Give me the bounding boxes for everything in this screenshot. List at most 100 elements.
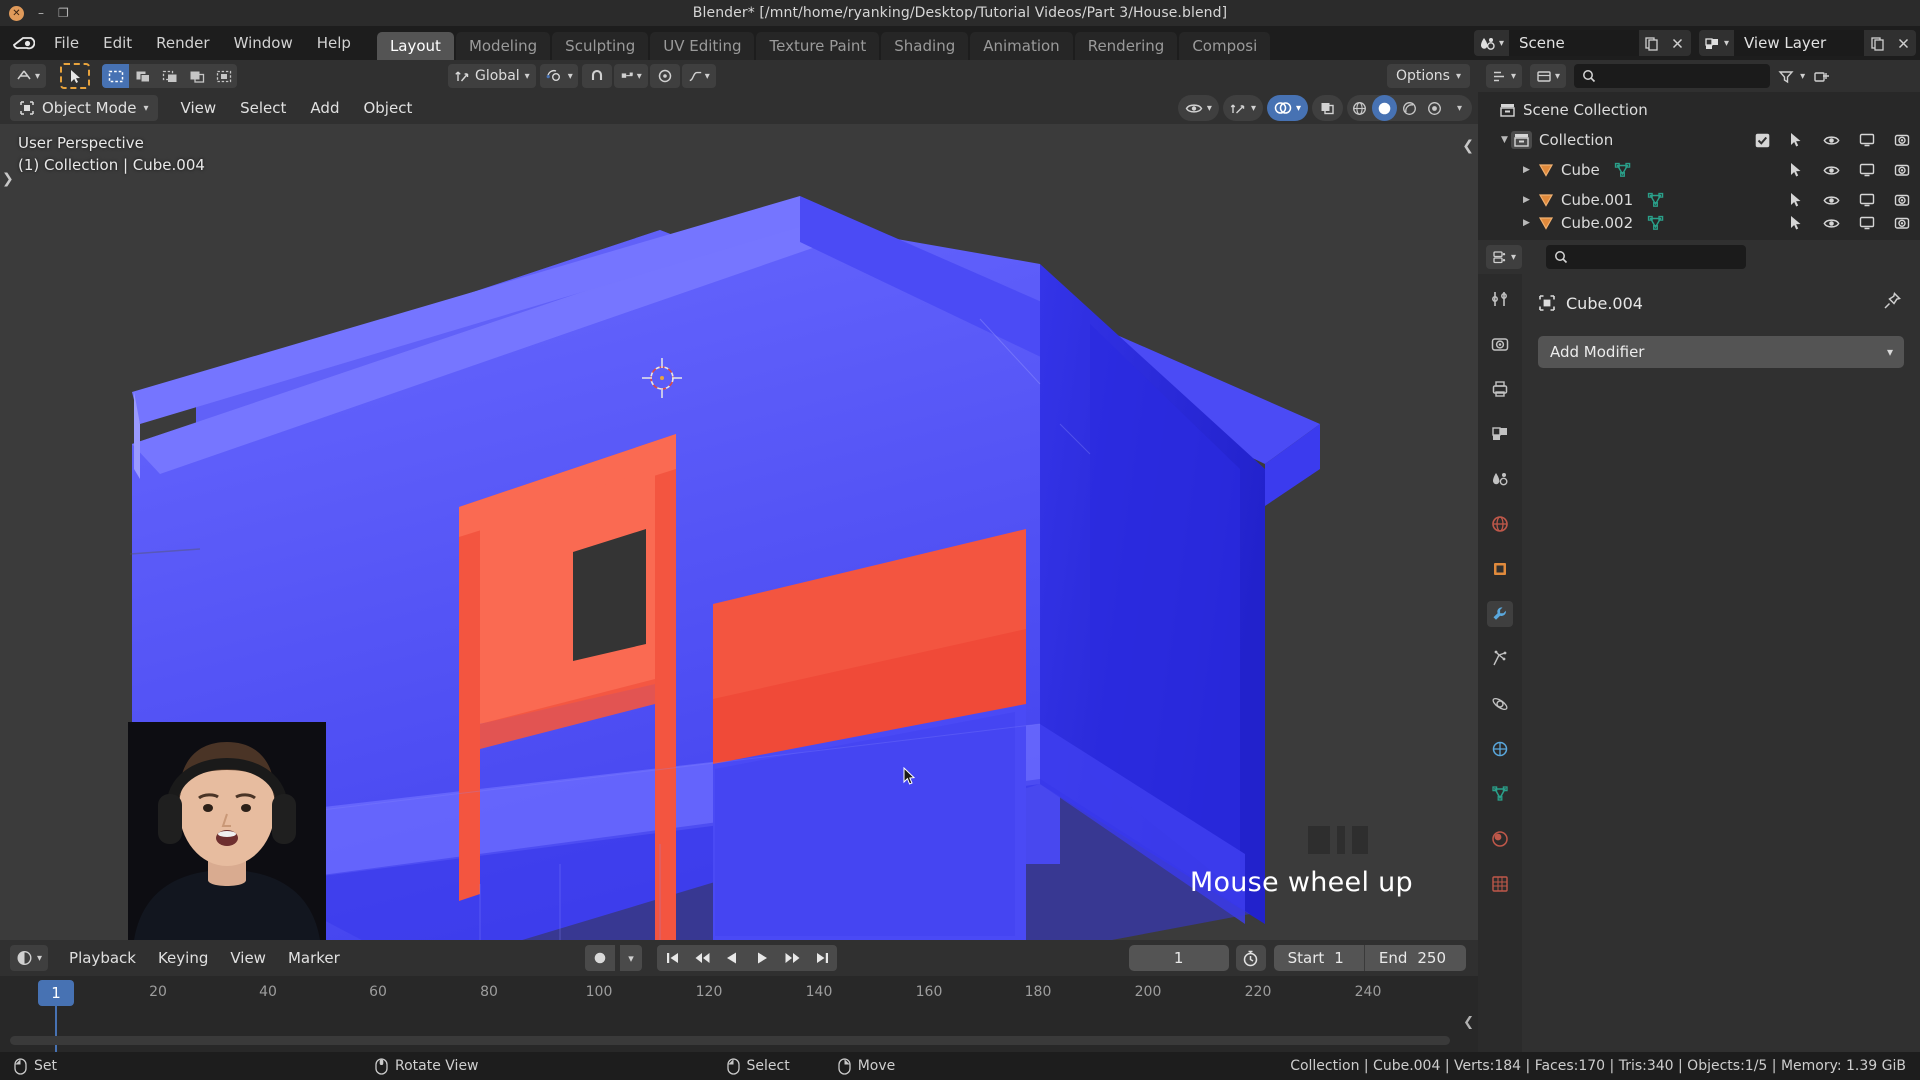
jump-to-end-icon[interactable] (807, 945, 837, 971)
timeline-menu-keying[interactable]: Keying (147, 945, 219, 971)
mesh-data-icon[interactable] (1614, 162, 1631, 178)
selectable-icon[interactable] (1789, 215, 1804, 231)
timeline-ruler[interactable]: 20 40 60 80 100 120 140 160 180 200 220 … (0, 976, 1478, 1012)
expand-triangle-icon[interactable]: ▶ (1520, 165, 1533, 175)
select-subtract-icon[interactable] (156, 64, 183, 88)
hide-viewport-icon[interactable] (1823, 134, 1840, 147)
3d-viewport[interactable]: User Perspective (1) Collection | Cube.0… (0, 124, 1478, 940)
tab-compositing[interactable]: Composi (1179, 32, 1270, 60)
rendered-shading-icon[interactable] (1422, 95, 1447, 121)
end-value[interactable]: 250 (1417, 949, 1466, 967)
tool-tab-icon[interactable] (1487, 286, 1513, 312)
outliner-new-collection-icon[interactable] (1813, 69, 1830, 84)
exclude-checkbox[interactable] (1755, 133, 1770, 148)
outliner-row-cube-002[interactable]: ▶ Cube.002 (1478, 215, 1920, 231)
menu-edit[interactable]: Edit (91, 30, 144, 56)
outliner-row-cube[interactable]: ▶ Cube (1478, 155, 1920, 185)
material-preview-icon[interactable] (1397, 95, 1422, 121)
current-frame-field[interactable]: 1 (1129, 945, 1229, 971)
add-modifier-button[interactable]: Add Modifier ▾ (1538, 336, 1904, 368)
select-invert-icon[interactable] (183, 64, 210, 88)
play-icon[interactable] (747, 945, 777, 971)
modifier-tab-icon[interactable] (1487, 601, 1513, 627)
timeline-sidebar-arrow-icon[interactable]: ❮ (1463, 1015, 1474, 1030)
outliner-filter-icon[interactable]: ▾ (1778, 69, 1805, 84)
texture-tab-icon[interactable] (1487, 871, 1513, 897)
expand-triangle-icon[interactable]: ▶ (1520, 195, 1533, 205)
render-tab-icon[interactable] (1487, 331, 1513, 357)
selectable-icon[interactable] (1789, 192, 1804, 208)
hide-viewport-icon[interactable] (1823, 217, 1840, 230)
selectable-icon[interactable] (1789, 132, 1804, 148)
expand-triangle-icon[interactable]: ▶ (1520, 218, 1533, 228)
blender-logo-icon[interactable] (10, 31, 36, 55)
timeline-horizontal-scrollbar[interactable] (10, 1036, 1450, 1045)
jump-to-start-icon[interactable] (657, 945, 687, 971)
timeline-editor-icon[interactable]: ▾ (10, 945, 48, 971)
tab-animation[interactable]: Animation (970, 32, 1072, 60)
pivot-point-icon[interactable]: ▾ (540, 64, 578, 88)
view-layer-tab-icon[interactable] (1487, 421, 1513, 447)
falloff-curve-icon[interactable]: ▾ (682, 64, 716, 88)
menu-file[interactable]: File (42, 30, 91, 56)
next-keyframe-icon[interactable] (777, 945, 807, 971)
scene-icon[interactable]: ▾ (1474, 30, 1509, 56)
auto-keying-chevron-icon[interactable]: ▾ (620, 945, 642, 971)
tab-modeling[interactable]: Modeling (456, 32, 550, 60)
new-layer-icon[interactable] (1864, 30, 1890, 56)
object-tab-icon[interactable] (1487, 556, 1513, 582)
viewport-menu-view[interactable]: View (170, 95, 228, 121)
disable-viewports-icon[interactable] (1859, 133, 1875, 147)
snap-magnet-icon[interactable] (582, 64, 612, 88)
selectable-icon[interactable] (1789, 162, 1804, 178)
material-tab-icon[interactable] (1487, 826, 1513, 852)
properties-editor-icon[interactable]: ▾ (1486, 245, 1522, 269)
timeline-menu-view[interactable]: View (219, 945, 277, 971)
tab-layout[interactable]: Layout (377, 32, 454, 60)
sidebar-expand-arrow-icon[interactable]: ❮ (1462, 138, 1474, 154)
disable-render-icon[interactable] (1894, 216, 1910, 230)
toolbar-expand-arrow-icon[interactable]: ❯ (2, 171, 14, 187)
outliner-row-collection[interactable]: ▼ Collection (1478, 125, 1920, 155)
start-value[interactable]: 1 (1334, 949, 1364, 967)
snap-settings-icon[interactable]: ▾ (614, 64, 648, 88)
object-data-tab-icon[interactable] (1487, 781, 1513, 807)
scene-selector[interactable]: ▾ Scene (1474, 30, 1691, 56)
scene-name[interactable]: Scene (1509, 30, 1639, 56)
solid-shading-icon[interactable] (1372, 95, 1397, 121)
select-box-tool-icon[interactable] (60, 63, 90, 89)
play-reverse-icon[interactable] (717, 945, 747, 971)
constraints-tab-icon[interactable] (1487, 736, 1513, 762)
expand-triangle-icon[interactable]: ▼ (1498, 135, 1511, 145)
world-tab-icon[interactable] (1487, 511, 1513, 537)
view-layer-name[interactable]: View Layer (1734, 30, 1864, 56)
menu-window[interactable]: Window (222, 30, 305, 56)
outliner-row-scene-collection[interactable]: Scene Collection (1478, 95, 1920, 125)
timeline-menu-playback[interactable]: Playback (58, 945, 147, 971)
wireframe-shading-icon[interactable] (1347, 95, 1372, 121)
disable-render-icon[interactable] (1894, 193, 1910, 207)
disable-viewports-icon[interactable] (1859, 163, 1875, 177)
outliner-row-cube-001[interactable]: ▶ Cube.001 (1478, 185, 1920, 215)
disable-render-icon[interactable] (1894, 133, 1910, 147)
tab-rendering[interactable]: Rendering (1075, 32, 1178, 60)
viewport-options-button[interactable]: Options ▾ (1387, 64, 1470, 88)
viewport-menu-add[interactable]: Add (299, 95, 350, 121)
outliner-display-icon[interactable]: ▾ (1530, 64, 1566, 88)
object-visibility-dropdown[interactable]: ▾ (1178, 95, 1219, 121)
scene-tab-icon[interactable] (1487, 466, 1513, 492)
hide-viewport-icon[interactable] (1823, 164, 1840, 177)
playhead-marker[interactable]: 1 (38, 980, 74, 1006)
view-layer-selector[interactable]: ▾ View Layer (1699, 30, 1916, 56)
select-extend-icon[interactable] (129, 64, 156, 88)
disable-viewports-icon[interactable] (1859, 193, 1875, 207)
interaction-mode-dropdown[interactable]: Object Mode ▾ (10, 95, 158, 121)
previous-keyframe-icon[interactable] (687, 945, 717, 971)
xray-toggle[interactable] (1312, 95, 1343, 121)
transform-orientation-dropdown[interactable]: Global ▾ (448, 64, 536, 88)
overlays-toggle[interactable]: ▾ (1267, 95, 1308, 121)
physics-tab-icon[interactable] (1487, 691, 1513, 717)
shading-options-chevron-icon[interactable]: ▾ (1447, 95, 1472, 121)
tab-sculpting[interactable]: Sculpting (552, 32, 648, 60)
outliner-search-input[interactable] (1574, 64, 1770, 88)
